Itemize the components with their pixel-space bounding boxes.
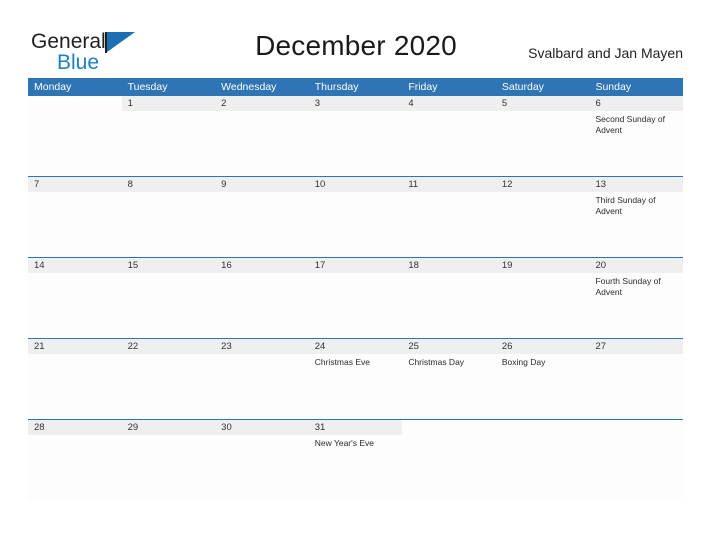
day-cell[interactable] xyxy=(28,96,122,176)
day-number: 1 xyxy=(121,96,216,111)
day-number: 29 xyxy=(121,420,216,435)
day-cell[interactable]: 7 xyxy=(28,177,122,257)
day-number: 3 xyxy=(308,96,403,111)
day-cell[interactable]: 8 xyxy=(121,177,216,257)
day-event: Third Sunday of Advent xyxy=(595,195,656,216)
day-event: Christmas Day xyxy=(408,357,465,367)
day-cell[interactable]: 18 xyxy=(402,258,496,338)
day-number: 21 xyxy=(28,339,122,354)
day-number: 4 xyxy=(402,96,496,111)
day-number xyxy=(589,420,683,435)
dow-saturday: Saturday xyxy=(501,81,544,93)
day-number: 5 xyxy=(495,96,590,111)
day-cell[interactable]: 9 xyxy=(215,177,309,257)
day-number: 28 xyxy=(28,420,122,435)
calendar-page: General Blue December 2020 Svalbard and … xyxy=(0,0,712,550)
day-number: 8 xyxy=(121,177,216,192)
day-number xyxy=(402,420,496,435)
dow-wednesday: Wednesday xyxy=(221,81,277,93)
day-cell[interactable]: 21 xyxy=(28,339,122,419)
dow-thursday: Thursday xyxy=(314,81,359,93)
day-cell[interactable]: 14 xyxy=(28,258,122,338)
day-number: 25 xyxy=(402,339,496,354)
day-cell[interactable]: 16 xyxy=(215,258,309,338)
day-number: 20 xyxy=(589,258,684,273)
day-number: 26 xyxy=(495,339,590,354)
day-cell[interactable]: 5 xyxy=(495,96,590,176)
day-cell[interactable]: 4 xyxy=(402,96,496,176)
day-cell[interactable]: 30 xyxy=(215,420,309,500)
day-cell[interactable]: 20 Fourth Sunday of Advent xyxy=(589,258,684,338)
day-number: 6 xyxy=(589,96,684,111)
day-number: 14 xyxy=(28,258,122,273)
day-number: 27 xyxy=(589,339,684,354)
day-event: Christmas Eve xyxy=(314,357,370,367)
day-event: Boxing Day xyxy=(501,357,546,367)
day-cell[interactable]: 2 xyxy=(215,96,309,176)
day-cell[interactable]: 29 xyxy=(121,420,216,500)
dow-sunday: Sunday xyxy=(595,81,632,93)
day-event: Fourth Sunday of Advent xyxy=(595,276,661,297)
week-row: 1 2 3 4 5 6 Second Sunday of Advent xyxy=(28,96,684,176)
day-cell[interactable] xyxy=(402,420,496,500)
dow-monday: Monday xyxy=(34,81,72,93)
day-cell[interactable]: 17 xyxy=(308,258,403,338)
week-row: 7 8 9 10 11 12 13 Third Sunday of Advent xyxy=(28,176,684,257)
day-cell[interactable]: 24 Christmas Eve xyxy=(308,339,403,419)
day-number: 18 xyxy=(402,258,496,273)
day-cell[interactable]: 22 xyxy=(121,339,216,419)
day-number xyxy=(496,420,590,435)
day-cell[interactable]: 10 xyxy=(308,177,403,257)
day-number: 30 xyxy=(215,420,309,435)
day-cell[interactable]: 19 xyxy=(495,258,590,338)
day-number: 24 xyxy=(308,339,403,354)
day-cell[interactable]: 27 xyxy=(589,339,684,419)
day-number: 19 xyxy=(495,258,590,273)
day-number: 12 xyxy=(495,177,590,192)
calendar-grid: Monday Tuesday Wednesday Thursday Friday… xyxy=(28,78,684,500)
day-cell[interactable]: 1 xyxy=(121,96,216,176)
day-number: 16 xyxy=(215,258,309,273)
locale-label: Svalbard and Jan Mayen xyxy=(528,45,683,61)
day-cell[interactable]: 25 Christmas Day xyxy=(402,339,496,419)
day-number: 2 xyxy=(215,96,309,111)
dow-tuesday: Tuesday xyxy=(127,81,168,93)
day-cell[interactable] xyxy=(496,420,590,500)
day-cell[interactable]: 23 xyxy=(215,339,309,419)
day-cell[interactable]: 3 xyxy=(308,96,403,176)
day-number: 13 xyxy=(589,177,684,192)
day-cell[interactable]: 26 Boxing Day xyxy=(495,339,590,419)
day-number: 23 xyxy=(215,339,309,354)
day-number: 7 xyxy=(28,177,122,192)
week-row: 21 22 23 24 Christmas Eve 25 Christmas Day… xyxy=(28,338,684,419)
dow-friday: Friday xyxy=(408,81,438,93)
page-header: General Blue December 2020 Svalbard and … xyxy=(0,0,712,78)
day-event: Second Sunday of Advent xyxy=(595,114,665,135)
day-number: 10 xyxy=(308,177,403,192)
day-number: 31 xyxy=(308,420,403,435)
day-cell[interactable] xyxy=(589,420,683,500)
day-number: 11 xyxy=(402,177,496,192)
day-cell[interactable]: 28 xyxy=(28,420,122,500)
day-cell[interactable]: 11 xyxy=(402,177,496,257)
day-cell[interactable]: 31 New Year's Eve xyxy=(308,420,403,500)
day-cell[interactable]: 12 xyxy=(495,177,590,257)
day-cell[interactable]: 6 Second Sunday of Advent xyxy=(589,96,684,176)
day-number: 17 xyxy=(308,258,403,273)
week-row: 28 29 30 31 New Year's Eve xyxy=(28,419,683,500)
day-cell[interactable]: 13 Third Sunday of Advent xyxy=(589,177,684,257)
day-number: 22 xyxy=(121,339,216,354)
day-number: 15 xyxy=(121,258,216,273)
day-cell[interactable]: 15 xyxy=(121,258,216,338)
day-event: New Year's Eve xyxy=(314,438,375,448)
day-number: 9 xyxy=(215,177,309,192)
day-of-week-header: Monday Tuesday Wednesday Thursday Friday… xyxy=(28,78,683,96)
week-row: 14 15 16 17 18 19 20 Fourth Sunday of Adv… xyxy=(28,257,684,338)
day-number xyxy=(28,96,122,111)
